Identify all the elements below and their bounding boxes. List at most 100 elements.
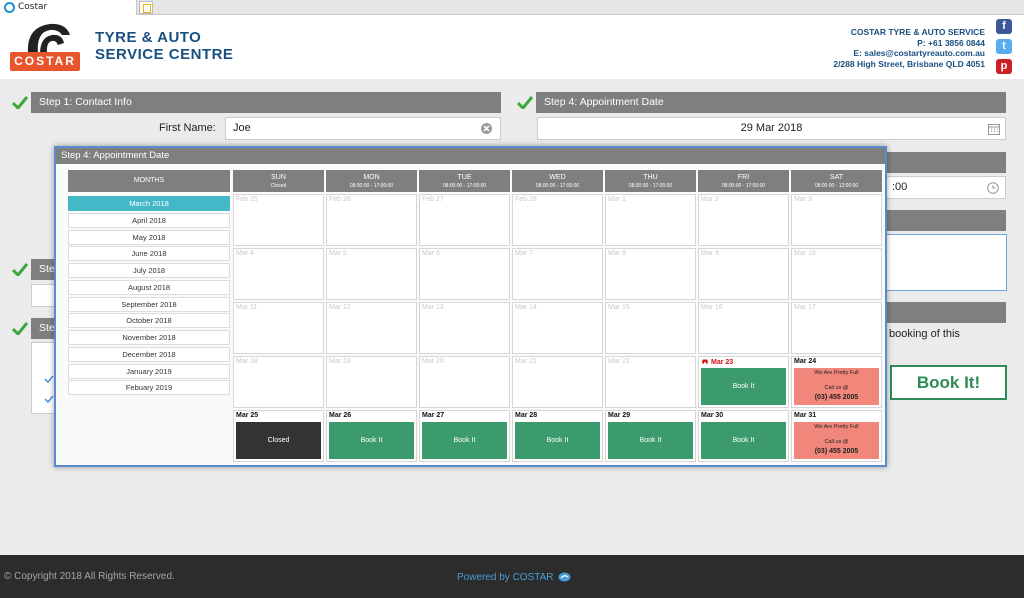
contact-email: E: sales@costartyreauto.com.au xyxy=(853,48,985,58)
day-date: Mar 9 xyxy=(701,250,719,257)
clock-icon[interactable] xyxy=(987,182,999,194)
browser-tab-strip: Costar xyxy=(0,0,1024,15)
step2-input[interactable] xyxy=(31,284,56,307)
calendar-day[interactable]: Mar 25 Closed xyxy=(233,410,324,462)
check-icon xyxy=(44,375,54,383)
clear-icon[interactable] xyxy=(481,123,492,134)
day-hours: 08:00:00 - 17:00:00 xyxy=(535,183,580,189)
day-header-sat: SAT 08:00:00 - 12:00:00 xyxy=(791,170,882,192)
browser-tab[interactable]: Costar xyxy=(0,0,137,15)
calendar-day[interactable]: Mar 27 Book It xyxy=(419,410,510,462)
full-message: We Are Pretty Full xyxy=(814,424,859,430)
calendar-day: Mar 13 xyxy=(419,302,510,354)
full-slot: We Are Pretty Full Call us @ (03) 455 2005 xyxy=(794,422,879,459)
pinterest-icon[interactable]: p xyxy=(996,59,1012,74)
month-item[interactable]: November 2018 xyxy=(68,330,230,345)
day-date: Mar 2 xyxy=(701,196,719,203)
day-date: Feb 27 xyxy=(422,196,444,203)
month-item[interactable]: June 2018 xyxy=(68,246,230,262)
day-date: Mar 14 xyxy=(515,304,537,311)
book-it-button[interactable]: Book It xyxy=(608,422,693,459)
day-date: Mar 10 xyxy=(794,250,816,257)
calendar-day: Mar 2 xyxy=(698,194,789,246)
day-header-tue: TUE 08:00:00 - 17:00:00 xyxy=(419,170,510,192)
calendar-day: Mar 3 xyxy=(791,194,882,246)
book-it-button[interactable]: Book It xyxy=(701,368,786,405)
first-name-input[interactable]: Joe xyxy=(225,117,501,140)
book-it-button[interactable]: Book It xyxy=(515,422,600,459)
check-icon xyxy=(517,96,533,109)
calendar-day[interactable]: Mar 30 Book It xyxy=(698,410,789,462)
calendar-day: Mar 21 xyxy=(512,356,603,408)
calendar-day[interactable]: Mar 29 Book It xyxy=(605,410,696,462)
calendar-day: Mar 17 xyxy=(791,302,882,354)
month-item[interactable]: March 2018 xyxy=(68,196,230,211)
calendar-day: Feb 27 xyxy=(419,194,510,246)
months-header: MONTHS xyxy=(68,170,230,192)
contact-address: 2/288 High Street, Brisbane QLD 4051 xyxy=(833,58,985,69)
month-item[interactable]: May 2018 xyxy=(68,229,230,245)
month-item[interactable]: September 2018 xyxy=(68,296,230,312)
month-item[interactable]: August 2018 xyxy=(68,279,230,295)
time-input[interactable]: :00 xyxy=(884,176,1006,199)
month-item[interactable]: October 2018 xyxy=(68,313,230,329)
calendar-day[interactable]: Mar 24 We Are Pretty Full Call us @ (03) 45… xyxy=(791,356,882,408)
powered-by-link[interactable]: Powered by COSTAR xyxy=(457,571,571,583)
month-item[interactable]: December 2018 xyxy=(68,346,230,362)
book-it-button[interactable]: Book It xyxy=(329,422,414,459)
calendar-day: Feb 26 xyxy=(326,194,417,246)
book-it-button[interactable]: Book It xyxy=(422,422,507,459)
ie-icon xyxy=(4,2,15,13)
logo-badge: COSTAR xyxy=(10,52,80,71)
brand-line-2: SERVICE CENTRE xyxy=(95,46,234,63)
day-date: Mar 22 xyxy=(608,358,630,365)
day-date: Mar 29 xyxy=(608,412,631,419)
booking-text: booking of this xyxy=(889,328,960,340)
day-date: Mar 31 xyxy=(794,412,817,419)
day-date: Mar 23 xyxy=(701,358,733,366)
month-item[interactable]: Febuary 2019 xyxy=(68,380,230,396)
appointment-date-input[interactable]: 29 Mar 2018 xyxy=(537,117,1006,140)
twitter-icon[interactable]: t xyxy=(996,39,1012,54)
book-it-button[interactable]: Book It xyxy=(701,422,786,459)
day-date: Mar 16 xyxy=(701,304,723,311)
day-date: Mar 27 xyxy=(422,412,445,419)
calendar-day[interactable]: Mar 31 We Are Pretty Full Call us @ (03) 45… xyxy=(791,410,882,462)
step1-header: Step 1: Contact Info xyxy=(31,92,501,113)
step-header-partial xyxy=(886,210,1006,231)
day-date: Mar 3 xyxy=(794,196,812,203)
calendar-day: Mar 19 xyxy=(326,356,417,408)
notes-textarea[interactable] xyxy=(884,234,1007,291)
modal-title: Step 4: Appointment Date xyxy=(56,148,885,164)
day-date: Mar 7 xyxy=(515,250,533,257)
calendar-day[interactable]: Mar 23 Book It xyxy=(698,356,789,408)
month-item[interactable]: January 2019 xyxy=(68,363,230,379)
day-date: Mar 5 xyxy=(329,250,347,257)
facebook-icon[interactable]: f xyxy=(996,19,1012,34)
check-icon xyxy=(12,322,28,335)
costar-cloud-icon xyxy=(558,572,571,582)
calendar-day: Mar 12 xyxy=(326,302,417,354)
site-footer: © Copyright 2018 All Rights Reserved. Po… xyxy=(0,555,1024,598)
day-date: Mar 6 xyxy=(422,250,440,257)
day-hours: 08:00:00 - 12:00:00 xyxy=(814,183,859,189)
month-item[interactable]: July 2018 xyxy=(68,263,230,278)
logo[interactable]: COSTAR xyxy=(10,21,80,77)
time-value: :00 xyxy=(892,181,908,193)
book-it-button[interactable]: Book It! xyxy=(890,365,1007,400)
check-icon xyxy=(12,96,28,109)
day-date: Feb 28 xyxy=(515,196,537,203)
calendar-day: Mar 11 xyxy=(233,302,324,354)
calendar-day: Mar 1 xyxy=(605,194,696,246)
calendar-icon[interactable] xyxy=(988,123,1000,135)
day-header-thu: THU 08:00:00 - 17:00:00 xyxy=(605,170,696,192)
phone-number: (03) 455 2005 xyxy=(814,394,859,401)
step-header-partial xyxy=(886,302,1006,323)
calendar-day[interactable]: Mar 28 Book It xyxy=(512,410,603,462)
day-date: Mar 4 xyxy=(236,250,254,257)
calendar-day[interactable]: Mar 26 Book It xyxy=(326,410,417,462)
new-tab-button[interactable] xyxy=(139,1,153,14)
day-date: Mar 19 xyxy=(329,358,351,365)
call-us-text: Call us @ xyxy=(824,439,849,445)
month-item[interactable]: April 2018 xyxy=(68,212,230,228)
